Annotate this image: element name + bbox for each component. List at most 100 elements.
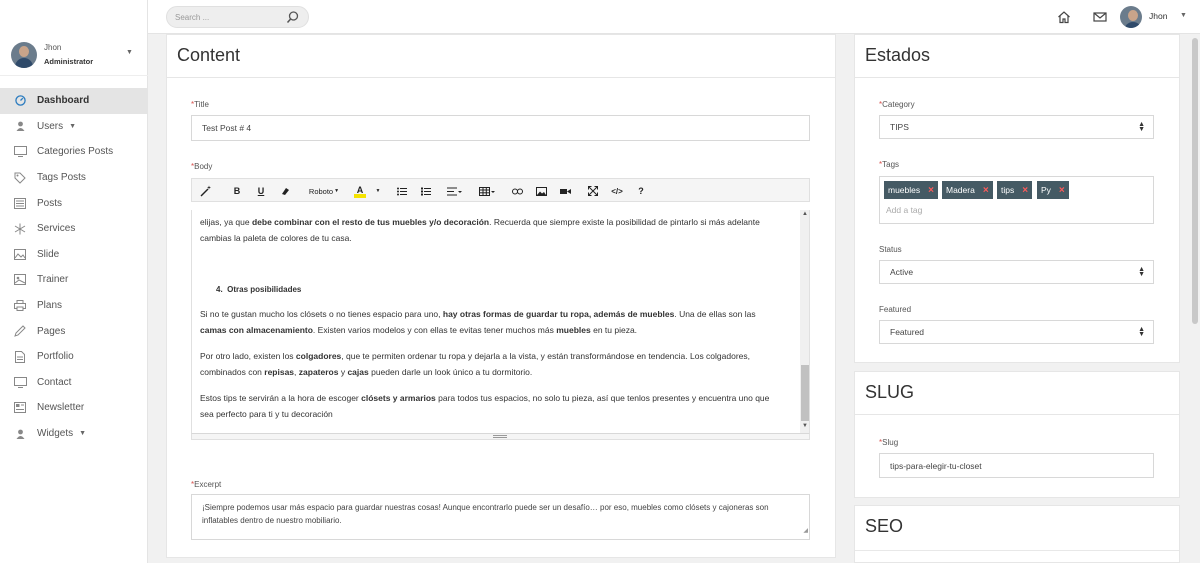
status-label: Status [879,245,902,254]
newspaper-icon [13,196,27,210]
select-arrows-icon: ▲ ▼ [1138,121,1145,133]
remove-tag-icon[interactable]: × [983,185,989,196]
excerpt-textarea[interactable]: ¡Siempre podemos usar más espacio para g… [191,494,810,540]
sidebar-item-trainer[interactable]: Trainer [0,267,148,293]
sidebar-item-portfolio[interactable]: Portfolio [0,344,148,370]
slug-panel-title: SLUG [865,382,915,402]
avatar [1120,6,1142,28]
font-family-select[interactable]: Roboto ▼ [306,183,342,199]
remove-tag-icon[interactable]: × [928,185,934,196]
editor-paragraph: Estos tips te servirán a la hora de esco… [200,393,770,419]
sidebar-nav: Dashboard Users ▼ Categories Posts Tags … [0,88,148,446]
sidebar-item-plans[interactable]: Plans [0,293,148,319]
sidebar-item-newsletter[interactable]: Newsletter [0,395,148,421]
editor-scrollbar[interactable]: ▲ ▼ [800,210,810,433]
table-icon[interactable] [477,183,497,199]
scroll-down-icon[interactable]: ▼ [800,423,810,429]
home-icon[interactable] [1057,10,1071,24]
sidebar-user[interactable]: Jhon Administrator ▼ [0,36,148,76]
sidebar-item-label: Categories Posts [37,146,114,158]
page-scrollbar[interactable] [1190,34,1200,563]
sidebar-item-label: Tags Posts [37,172,86,184]
add-tag-input[interactable] [886,205,1086,215]
sidebar-item-label: Slide [37,248,60,260]
sidebar-item-label: Trainer [37,274,69,286]
search-icon[interactable] [286,10,300,24]
sidebar-item-services[interactable]: Services [0,216,148,242]
sidebar-item-pages[interactable]: Pages [0,318,148,344]
sidebar-item-tags-posts[interactable]: Tags Posts [0,165,148,191]
video-icon[interactable] [558,183,572,199]
category-select[interactable]: TIPS ▲ ▼ [879,115,1154,139]
editor-paragraph: Por otro lado, existen los colgadores, q… [200,351,750,377]
caret-down-icon[interactable]: ▼ [374,183,382,199]
remove-tag-icon[interactable]: × [1059,185,1065,196]
featured-label: Featured [879,305,912,314]
search-input[interactable] [167,7,277,27]
mail-icon[interactable] [1093,10,1107,24]
eraser-icon[interactable] [278,183,292,199]
status-select[interactable]: Active ▲ ▼ [879,260,1154,284]
scroll-up-icon[interactable]: ▲ [800,211,810,217]
sidebar-item-posts[interactable]: Posts [0,190,148,216]
remove-tag-icon[interactable]: × [1022,185,1028,196]
file-icon [13,350,27,364]
print-icon [13,299,27,313]
scroll-thumb[interactable] [801,365,809,421]
search-box[interactable] [166,6,309,28]
caret-down-icon: ▼ [69,122,77,130]
paragraph-align-icon[interactable] [445,183,463,199]
title-label: *Title [191,100,209,109]
link-icon[interactable] [510,183,524,199]
sidebar-item-label: Users [37,120,64,132]
code-view-icon[interactable]: </> [610,183,624,199]
tag-icon [13,171,27,185]
title-input[interactable]: Test Post # 4 [191,115,810,141]
slug-panel-header: SLUG [854,371,1180,415]
slug-input[interactable]: tips-para-elegir-tu-closet [879,453,1154,478]
font-color-icon[interactable]: A [353,183,367,199]
featured-select[interactable]: Featured ▲ ▼ [879,320,1154,344]
unordered-list-icon[interactable] [395,183,409,199]
caret-down-icon: ▼ [79,430,87,438]
sidebar-item-label: Pages [37,325,66,337]
editor-resize-bar[interactable] [191,433,810,440]
sidebar-user-role: Administrator [44,57,94,66]
help-icon[interactable]: ? [635,183,647,199]
sidebar-item-widgets[interactable]: Widgets ▼ [0,421,148,447]
tags-label: *Tags [879,160,900,169]
picture-icon[interactable] [534,183,548,199]
editor-toolbar: B U Roboto ▼ A ▼ </> ? [191,178,810,202]
screen-icon [13,145,27,159]
user-icon [13,427,27,441]
body-editor[interactable]: elijas, ya que debe combinar con el rest… [191,210,800,433]
scroll-thumb[interactable] [1192,38,1198,324]
caret-down-icon: ▼ [1180,12,1187,19]
editor-paragraph: Si no te gustan mucho los clósets o no t… [200,309,756,335]
magic-wand-icon[interactable] [198,183,214,199]
sidebar: Jhon Administrator ▼ Dashboard Users ▼ C… [0,0,148,563]
caret-down-icon[interactable]: ▼ [126,49,133,56]
ordered-list-icon[interactable] [419,183,433,199]
slug-label: *Slug [879,438,899,447]
sidebar-item-slide[interactable]: Slide [0,242,148,268]
underline-button[interactable]: U [254,183,268,199]
asterisk-icon [13,222,27,236]
sidebar-item-dashboard[interactable]: Dashboard [0,88,148,114]
seo-panel: SEO [854,505,1180,563]
content-panel-header: Content [166,34,836,78]
resize-grip-icon[interactable] [493,435,507,438]
sidebar-item-users[interactable]: Users ▼ [0,114,148,140]
body-label: *Body [191,162,213,171]
newspaper-icon [13,401,27,415]
seo-panel-title: SEO [865,516,904,536]
tags-input-box[interactable]: muebles × Madera × tips × Py × [879,176,1154,224]
estados-panel-title: Estados [865,45,931,65]
select-arrows-icon: ▲ ▼ [1138,326,1145,338]
resize-grip-icon[interactable]: ◢ [803,525,808,538]
sidebar-item-categories-posts[interactable]: Categories Posts [0,139,148,165]
sidebar-item-contact[interactable]: Contact [0,370,148,396]
fullscreen-icon[interactable] [586,183,600,199]
bold-button[interactable]: B [230,183,244,199]
sidebar-item-label: Portfolio [37,351,74,363]
